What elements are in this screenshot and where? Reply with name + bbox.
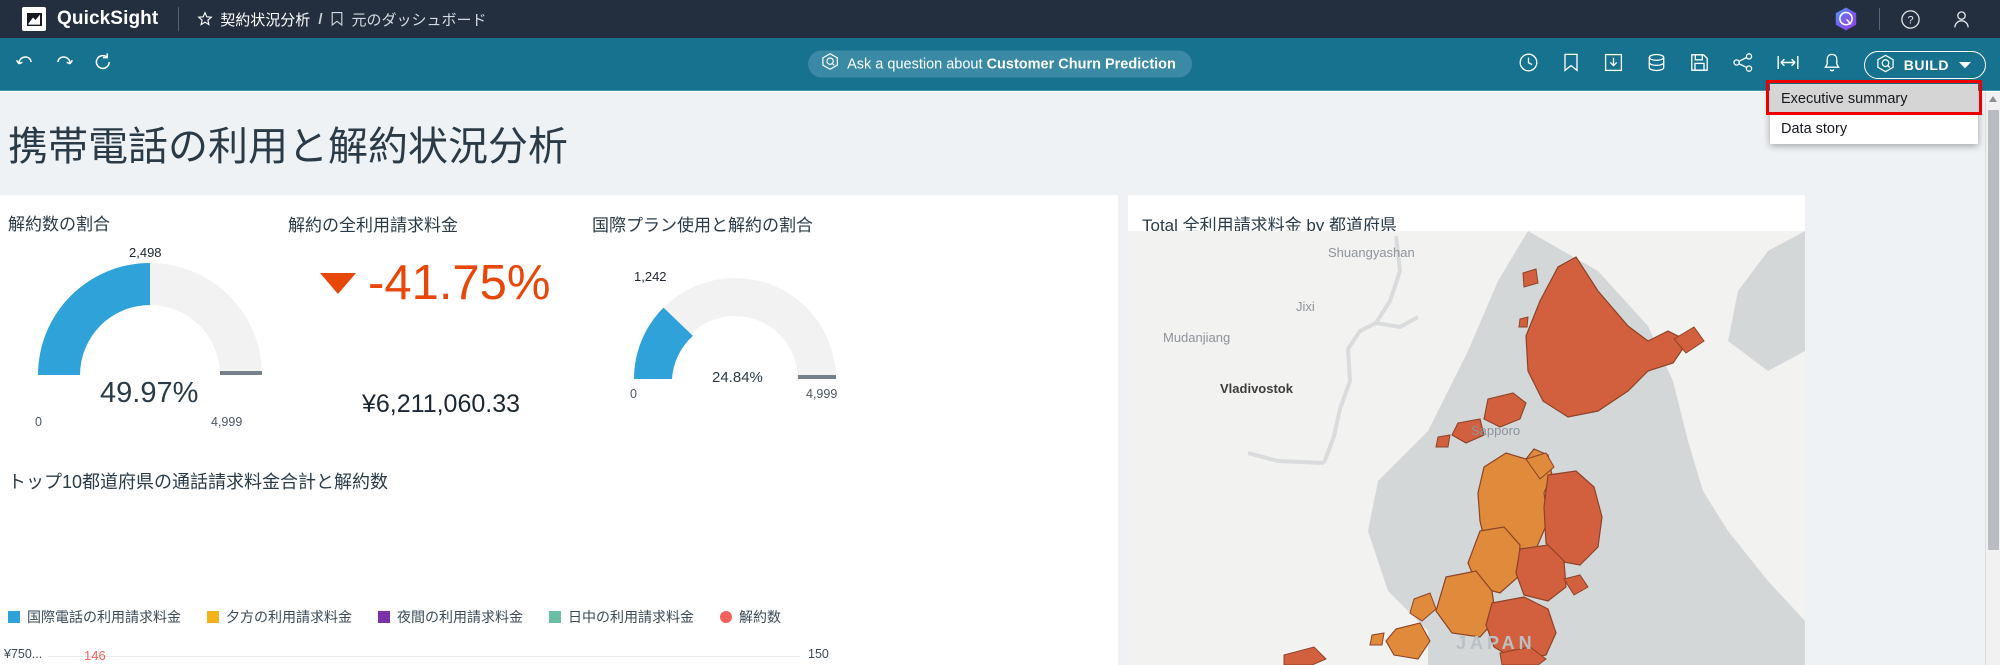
build-button-label: BUILD (1903, 56, 1949, 73)
undo-icon[interactable] (14, 51, 36, 78)
menu-item-label: Data story (1781, 121, 1848, 137)
menu-item-data-story[interactable]: Data story (1770, 114, 1978, 144)
brand-label: QuickSight (57, 8, 159, 29)
gauge-intl-max: 4,999 (806, 387, 838, 401)
build-dropdown-menu: Executive summary Data story (1770, 84, 1978, 144)
analysis-toolbar: Ask a question about Customer Churn Pred… (0, 38, 2000, 91)
toolbar-history-actions (14, 38, 114, 91)
scrollbar-thumb[interactable] (1988, 110, 1999, 550)
gauge-churn-current-value: 2,498 (129, 245, 162, 260)
share-icon[interactable] (1732, 52, 1754, 78)
ask-prefix: Ask a question about (847, 56, 987, 72)
legend-label: 夜間の利用請求料金 (397, 609, 523, 625)
choropleth-map[interactable]: Shuangyashan Jixi Mudanjiang Vladivostok… (1128, 231, 1805, 665)
map-label-mudanjiang: Mudanjiang (1163, 330, 1231, 345)
gauge-churn-value: 49.97% (100, 377, 199, 409)
map-label-jixi: Jixi (1296, 299, 1315, 314)
dashboard-canvas: 携帯電話の利用と解約状況分析 解約数の割合 2,498 49.97% 0 4,9… (0, 92, 1985, 665)
save-icon[interactable] (1689, 52, 1710, 78)
user-account-icon[interactable] (1951, 9, 1972, 30)
legend-label: 解約数 (739, 609, 781, 625)
legend-swatch-day (549, 611, 561, 623)
help-circle-icon[interactable]: ? (1900, 9, 1921, 30)
download-icon[interactable] (1603, 52, 1624, 78)
breadcrumb-analysis-name[interactable]: 契約状況分析 (220, 9, 310, 30)
page-title: 携帯電話の利用と解約状況分析 (8, 125, 568, 169)
map-label-sapporo: Sapporo (1471, 423, 1521, 438)
legend-label: 夕方の利用請求料金 (226, 609, 352, 625)
menu-item-executive-summary[interactable]: Executive summary (1770, 84, 1978, 114)
reset-icon[interactable] (92, 51, 114, 78)
chevron-down-icon (1958, 57, 1972, 73)
breadcrumb-sheet-name[interactable]: 元のダッシュボード (351, 9, 486, 30)
gauge-churn-chart[interactable] (20, 243, 280, 388)
kpi-charge-value: ¥6,211,060.33 (362, 390, 521, 418)
svg-text:?: ? (1907, 14, 1913, 26)
bar-line-legend: 国際電話の利用請求料金 夕方の利用請求料金 夜間の利用請求料金 日中の利用請求料… (8, 607, 781, 627)
header-divider (178, 7, 180, 31)
gauge-churn-max: 4,999 (211, 415, 243, 429)
legend-item[interactable]: 夜間の利用請求料金 (378, 607, 523, 627)
churn-line-series (0, 635, 400, 665)
menu-item-label: Executive summary (1781, 90, 1908, 107)
top-bar-right-actions: ? (1833, 0, 2000, 38)
data-point-label: 146 (84, 648, 106, 663)
top-bar-divider (1879, 8, 1880, 30)
gauge-intl-current-value: 1,242 (634, 269, 667, 284)
gauge-intl-value: 24.84% (712, 369, 763, 386)
fit-width-icon[interactable] (1776, 52, 1800, 78)
quicksight-logo-icon[interactable] (22, 7, 46, 31)
gauge-intl-title: 国際プラン使用と解約の割合 (592, 216, 813, 235)
legend-swatch-night (378, 611, 390, 623)
legend-label: 日中の利用請求料金 (568, 609, 694, 625)
vertical-scrollbar[interactable] (1985, 92, 2000, 665)
q-hexagon-icon (821, 53, 839, 76)
legend-item[interactable]: 国際電話の利用請求料金 (8, 607, 181, 627)
kpi-charge-delta: -41.75% (320, 255, 551, 311)
amazon-q-hexagon-icon[interactable] (1833, 6, 1859, 32)
ask-question-label: Ask a question about Customer Churn Pred… (847, 56, 1176, 72)
legend-item[interactable]: 解約数 (720, 607, 781, 627)
ask-question-bar[interactable]: Ask a question about Customer Churn Pred… (808, 50, 1192, 78)
gauge-churn-min: 0 (35, 415, 42, 429)
gauge-intl-min: 0 (630, 387, 637, 401)
ask-topic-name: Customer Churn Prediction (986, 56, 1176, 72)
bell-alerts-icon[interactable] (1822, 52, 1842, 78)
scroll-up-arrow-icon[interactable] (1989, 96, 1997, 102)
clock-history-icon[interactable] (1518, 52, 1539, 78)
breadcrumb-separator: / (318, 10, 323, 28)
star-icon[interactable] (197, 11, 213, 27)
breadcrumb: 契約状況分析 / 元のダッシュボード (197, 9, 487, 30)
kpi-charge-delta-label: -41.75% (368, 256, 551, 310)
map-label-japan: JAPAN (1456, 633, 1536, 653)
top-navigation-bar: QuickSight 契約状況分析 / 元のダッシュボード ? (0, 0, 2000, 38)
legend-item[interactable]: 日中の利用請求料金 (549, 607, 694, 627)
legend-swatch-churn (720, 611, 732, 623)
legend-label: 国際電話の利用請求料金 (27, 609, 181, 625)
redo-icon[interactable] (53, 51, 75, 78)
legend-swatch-intl (8, 611, 20, 623)
dataset-icon[interactable] (1646, 52, 1667, 78)
gauge-churn-title: 解約数の割合 (8, 215, 110, 234)
q-hexagon-icon (1876, 54, 1895, 76)
bookmark-icon (330, 11, 344, 27)
map-label-shuangyashan: Shuangyashan (1328, 245, 1415, 260)
legend-item[interactable]: 夕方の利用請求料金 (207, 607, 352, 627)
visuals-card: 解約数の割合 2,498 49.97% 0 4,999 解約の全利用請求料金 -… (0, 195, 1118, 665)
map-label-vladivostok: Vladivostok (1220, 381, 1293, 396)
bar-line-title: トップ10都道府県の通話請求料金合計と解約数 (8, 472, 389, 492)
triangle-down-icon (320, 272, 356, 294)
map-visual-card: Total 全利用請求料金 by 都道府県 Shuangyashan Jixi … (1128, 195, 1805, 665)
bookmark-icon[interactable] (1561, 52, 1581, 78)
y-axis-right-label: 150 (808, 647, 829, 661)
kpi-charge-title: 解約の全利用請求料金 (288, 216, 458, 235)
build-button[interactable]: BUILD (1863, 50, 1986, 79)
legend-swatch-evening (207, 611, 219, 623)
